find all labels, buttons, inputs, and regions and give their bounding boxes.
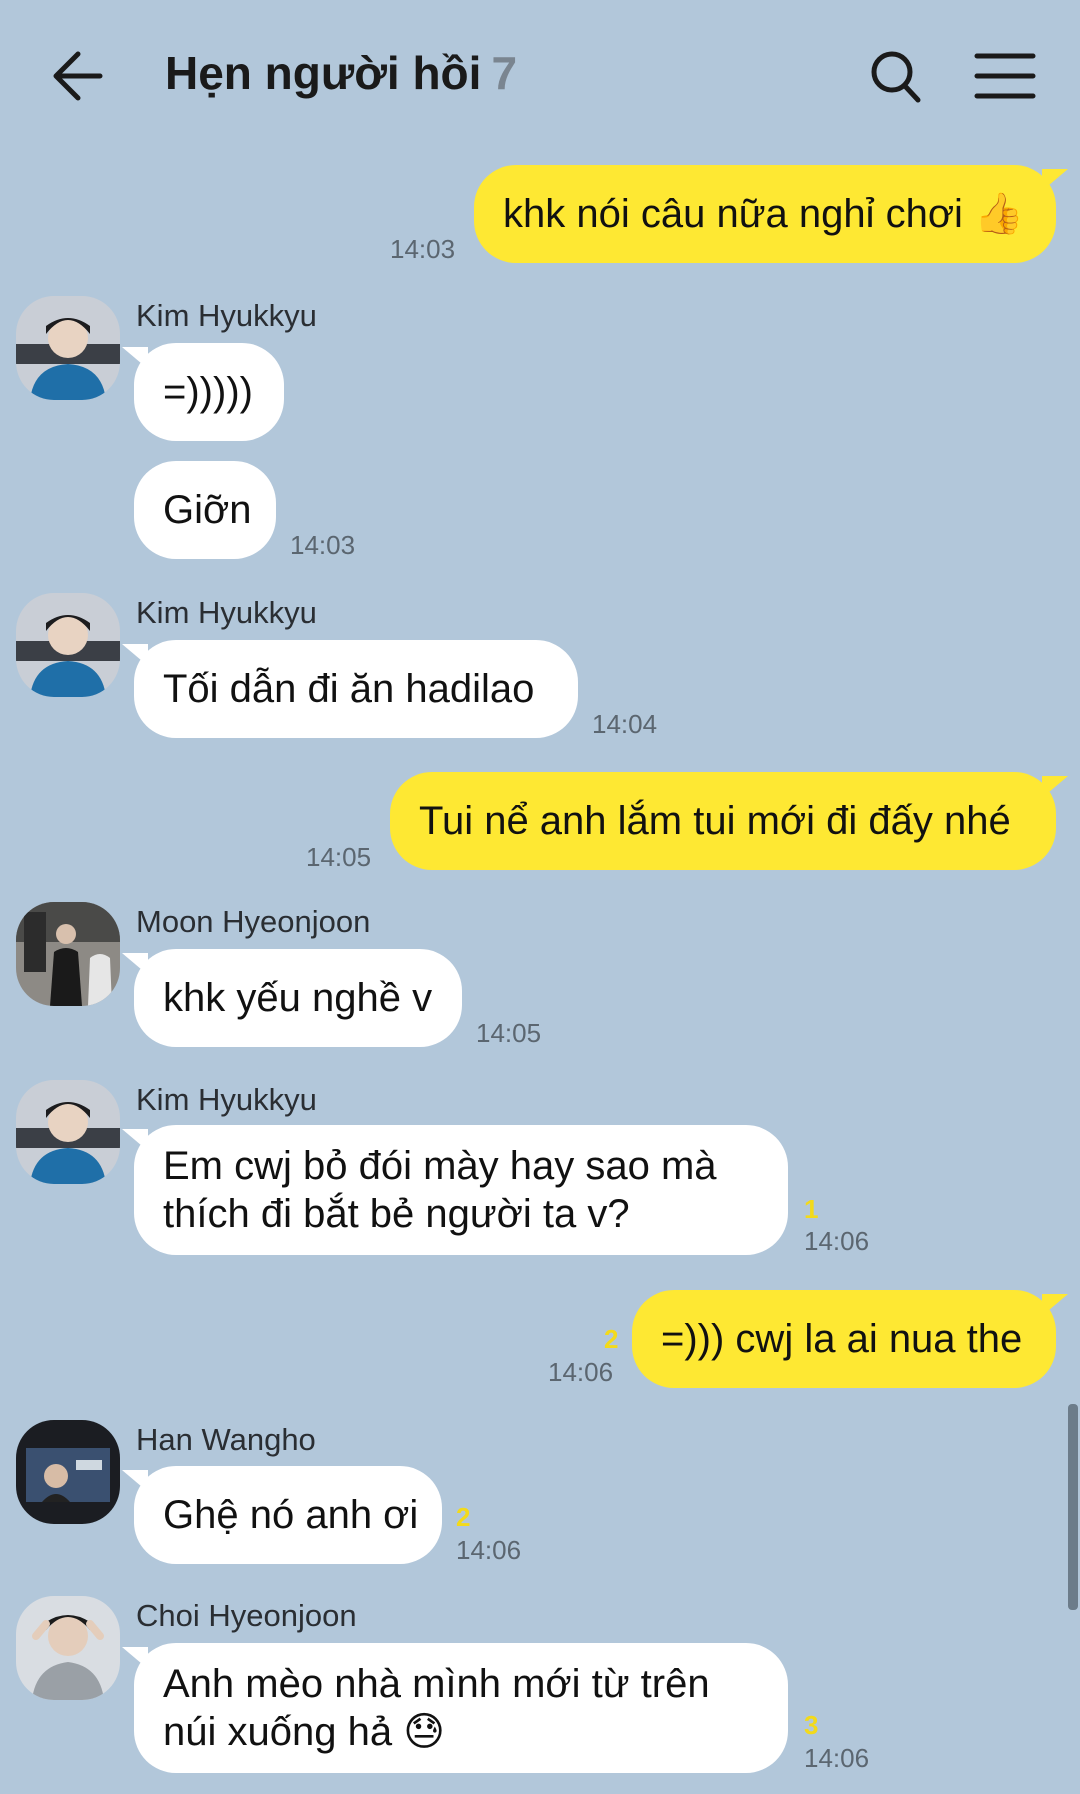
avatar-image	[16, 1420, 120, 1524]
message-bubble[interactable]: Tui nể anh lắm tui mới đi đấy nhé	[390, 772, 1068, 870]
message-time: 14:06	[804, 1743, 870, 1773]
search-icon	[871, 51, 921, 103]
menu-button[interactable]	[966, 40, 1046, 112]
message-time: 14:06	[804, 1226, 870, 1256]
message-text-line: thích đi bắt bẻ người ta v?	[163, 1192, 630, 1236]
avatar-image	[16, 902, 120, 1006]
back-button[interactable]	[40, 40, 120, 112]
chat-header: Hẹn người hồi 7	[0, 0, 1080, 152]
sender-name: Han Wangho	[136, 1422, 316, 1457]
unread-count: 2	[456, 1502, 471, 1532]
message-bubble[interactable]: =)))))	[122, 343, 284, 441]
message-bubble[interactable]: Tối dẫn đi ăn hadilao	[122, 640, 578, 738]
back-arrow-icon	[53, 51, 103, 101]
message-bubble[interactable]: Giỡn	[134, 461, 276, 559]
message-bubble[interactable]: Em cwj bỏ đói mày hay sao mà thích đi bắ…	[122, 1125, 788, 1255]
avatar-image	[16, 1080, 120, 1184]
message-time: 14:06	[456, 1535, 522, 1565]
search-button[interactable]	[856, 40, 936, 112]
message-bubble[interactable]: Ghệ nó anh ơi	[122, 1466, 442, 1564]
sender-name: Moon Hyeonjoon	[136, 904, 371, 939]
message-bubble[interactable]: khk yếu nghề v	[122, 949, 462, 1047]
unread-count: 1	[804, 1194, 819, 1224]
scrollbar[interactable]	[1068, 1404, 1078, 1610]
sender-name: Kim Hyukkyu	[136, 595, 317, 630]
message-time: 14:06	[548, 1357, 614, 1387]
message-bubble[interactable]: Anh mèo nhà mình mới từ trên núi xuống h…	[122, 1643, 788, 1773]
sender-name: Kim Hyukkyu	[136, 1082, 317, 1117]
member-count: 7	[491, 47, 518, 99]
unread-count: 2	[604, 1324, 619, 1354]
avatar-image	[16, 1596, 120, 1700]
unread-count: 3	[804, 1710, 819, 1740]
chat-title: Hẹn người hồi 7	[165, 46, 517, 100]
message-bubble[interactable]: khk nói câu nữa nghỉ chơi 👍	[474, 165, 1068, 263]
message-time: 14:05	[476, 1018, 542, 1048]
message-text-line: Anh mèo nhà mình mới từ trên	[163, 1662, 710, 1706]
avatar-moon-hyeonjoon[interactable]	[16, 902, 120, 1006]
avatar-han-wangho[interactable]	[16, 1420, 120, 1524]
avatar-kim-hyukkyu[interactable]	[16, 1080, 120, 1184]
avatar-kim-hyukkyu[interactable]	[16, 593, 120, 697]
message-time: 14:03	[290, 530, 356, 560]
hamburger-menu-icon	[974, 53, 1036, 99]
chat-room-name: Hẹn người hồi	[165, 47, 482, 99]
avatar-kim-hyukkyu[interactable]	[16, 296, 120, 400]
message-time: 14:04	[592, 709, 658, 739]
message-time: 14:03	[390, 234, 456, 264]
message-text-line: núi xuống hả 😓	[163, 1710, 445, 1754]
message-text-line: Em cwj bỏ đói mày hay sao mà	[163, 1144, 717, 1188]
message-time: 14:05	[306, 842, 372, 872]
sender-name: Choi Hyeonjoon	[136, 1598, 357, 1633]
avatar-image	[16, 296, 120, 400]
message-bubble[interactable]: =))) cwj la ai nua the	[632, 1290, 1068, 1388]
sender-name: Kim Hyukkyu	[136, 298, 317, 333]
avatar-image	[16, 593, 120, 697]
avatar-choi-hyeonjoon[interactable]	[16, 1596, 120, 1700]
